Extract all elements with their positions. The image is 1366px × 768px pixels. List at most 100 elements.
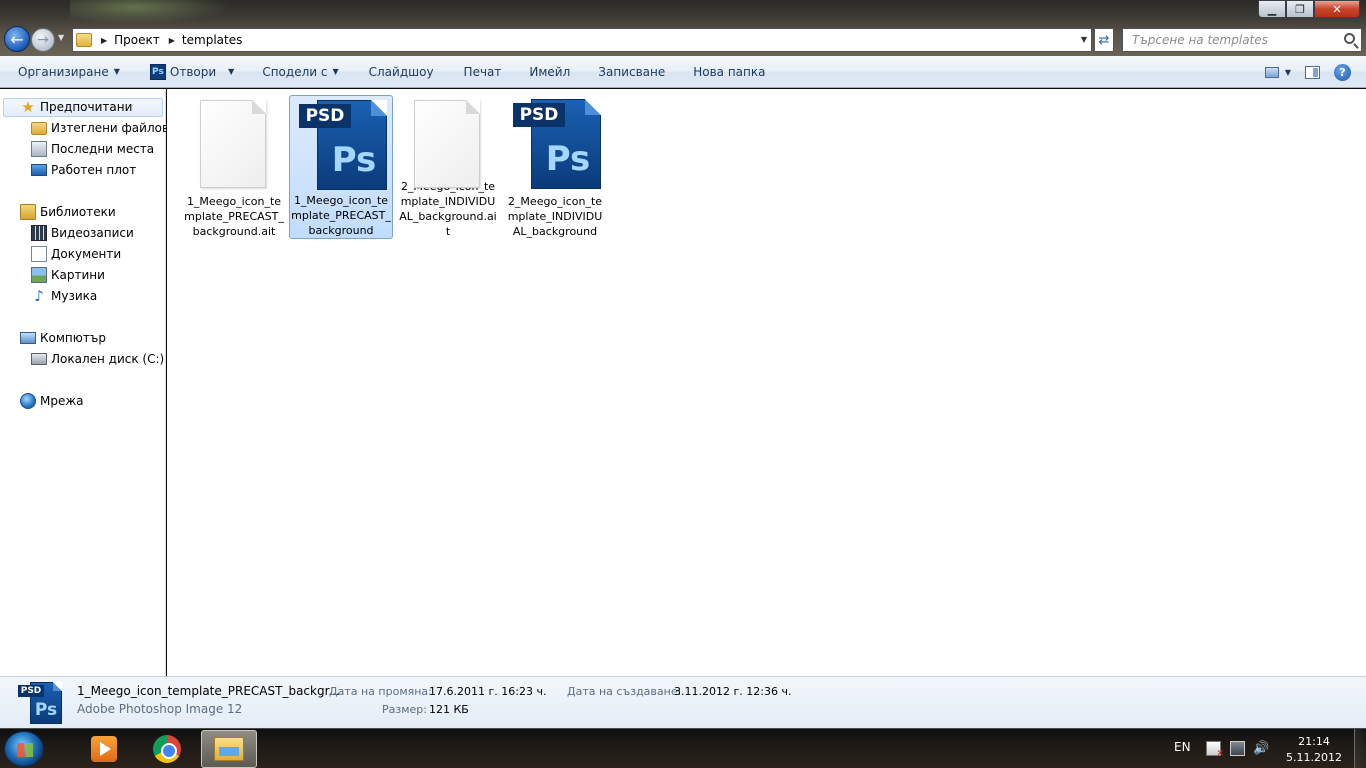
maximize-button[interactable]: ❐: [1286, 0, 1314, 18]
chevron-down-icon: ▼: [113, 67, 120, 76]
print-button[interactable]: Печат: [454, 60, 512, 84]
documents-icon: [31, 246, 47, 262]
search-input[interactable]: Търсене на templates: [1122, 28, 1362, 52]
open-label: Отвори: [169, 64, 217, 79]
nav-local-disk[interactable]: Локален диск (C:): [31, 349, 164, 369]
hard-disk-icon: [31, 353, 47, 365]
breadcrumb-separator-icon[interactable]: ▶: [101, 36, 107, 45]
modified-value[interactable]: 17.6.2011 г. 16:23 ч.: [429, 685, 546, 698]
minimize-button[interactable]: ▁: [1258, 0, 1286, 18]
psd-file-icon: PSD Ps: [507, 97, 603, 190]
nav-music[interactable]: ♪ Музика: [31, 286, 97, 306]
downloads-folder-icon: [31, 121, 47, 135]
nav-music-label: Музика: [51, 289, 98, 303]
preview-pane-icon[interactable]: [1305, 65, 1320, 79]
psd-file-icon: PSD Ps: [293, 98, 389, 190]
explorer-folder-icon: [214, 737, 244, 761]
details-pane: PSD Ps 1_Meego_icon_template_PRECAST_bac…: [0, 676, 1366, 728]
command-bar-right: ▼ ?: [1259, 56, 1366, 88]
desktop-icon: [31, 164, 47, 176]
file-item[interactable]: PSD Ps 2_Meego_icon_template_INDIVIDUAL_…: [503, 95, 607, 239]
nav-downloads[interactable]: Изтеглени файлове: [31, 118, 176, 138]
file-item[interactable]: 1_Meego_icon_template_PRECAST_background…: [182, 95, 286, 239]
taskbar-explorer[interactable]: [201, 730, 257, 768]
chevron-down-icon: ▼: [332, 67, 339, 76]
back-button[interactable]: ←: [4, 26, 30, 52]
clock-time: 21:14: [1298, 735, 1330, 748]
address-bar[interactable]: ▶ Проект ▶ templates ▼: [72, 28, 1092, 52]
breadcrumb-separator-icon[interactable]: ▶: [169, 36, 175, 45]
start-button[interactable]: [4, 731, 44, 767]
photoshop-icon: Ps: [149, 63, 166, 80]
nav-desktop[interactable]: Работен плот: [31, 160, 136, 180]
nav-recent-places[interactable]: Последни места: [31, 139, 154, 159]
show-desktop-button[interactable]: [1354, 729, 1366, 768]
nav-favorites[interactable]: ★ Предпочитани: [20, 97, 132, 117]
file-list[interactable]: 1_Meego_icon_template_PRECAST_background…: [167, 89, 1366, 676]
psd-file-icon: PSD Ps: [18, 682, 62, 726]
nav-pictures[interactable]: Картини: [31, 265, 105, 285]
organize-button[interactable]: Организиране ▼: [8, 60, 130, 84]
ps-letters: Ps: [34, 700, 58, 720]
details-file-name: 1_Meego_icon_template_PRECAST_backgr...: [77, 684, 340, 698]
pictures-icon: [31, 267, 47, 283]
nav-network[interactable]: Мрежа: [20, 391, 84, 411]
view-options-chevron-icon[interactable]: ▼: [1285, 68, 1291, 77]
nav-local-disk-label: Локален диск (C:): [51, 352, 165, 366]
chevron-down-icon: ▼: [228, 67, 235, 76]
media-player-icon: [91, 736, 117, 762]
libraries-icon: [20, 204, 36, 220]
nav-documents[interactable]: Документи: [31, 244, 121, 264]
network-globe-icon: [20, 393, 36, 409]
size-value: 121 КБ: [429, 703, 469, 716]
nav-pictures-label: Картини: [51, 268, 105, 282]
forward-arrow-icon: →: [37, 32, 49, 48]
close-button[interactable]: ✕: [1314, 0, 1360, 18]
star-icon: ★: [21, 98, 35, 116]
refresh-button[interactable]: ⇄: [1094, 28, 1114, 52]
forward-button[interactable]: →: [31, 28, 55, 52]
command-bar: Организиране ▼ Ps Отвори ▼ Сподели с ▼ Слай…: [0, 56, 1366, 88]
taskbar-chrome[interactable]: [139, 730, 195, 768]
new-folder-button[interactable]: Нова папка: [683, 60, 775, 84]
psd-document: PSD Ps: [513, 99, 601, 189]
breadcrumb-templates[interactable]: templates: [182, 33, 242, 47]
taskbar-media-player[interactable]: [76, 730, 132, 768]
burn-button[interactable]: Записване: [588, 60, 675, 84]
window-controls: ▁ ❐ ✕: [1258, 0, 1360, 18]
nav-favorites-label: Предпочитани: [40, 100, 133, 114]
videos-icon: [31, 225, 47, 241]
language-indicator[interactable]: EN: [1174, 740, 1191, 754]
nav-network-label: Мрежа: [40, 394, 84, 408]
breadcrumb-project[interactable]: Проект: [114, 33, 160, 47]
clock[interactable]: 21:14 5.11.2012 г.: [1282, 734, 1346, 768]
open-button[interactable]: Ps Отвори ▼: [140, 60, 244, 84]
volume-icon[interactable]: 🔊: [1253, 741, 1269, 756]
action-center-flag-icon[interactable]: [1206, 741, 1224, 759]
file-name: 2_Meego_icon_template_INDIVIDUAL_backgro…: [399, 180, 497, 238]
created-value[interactable]: 3.11.2012 г. 12:36 ч.: [674, 685, 791, 698]
nav-computer[interactable]: Компютър: [20, 328, 106, 348]
slideshow-button[interactable]: Слайдшоу: [359, 60, 444, 84]
nav-downloads-label: Изтеглени файлове: [51, 121, 177, 135]
change-view-icon[interactable]: [1264, 66, 1279, 78]
email-button[interactable]: Имейл: [519, 60, 580, 84]
nav-libraries[interactable]: Библиотеки: [20, 202, 116, 222]
psd-tag: PSD: [513, 103, 565, 127]
address-history-dropdown-icon[interactable]: ▼: [1081, 35, 1087, 44]
file-item[interactable]: 2_Meego_icon_template_INDIVIDUAL_backgro…: [396, 95, 500, 239]
share-with-button[interactable]: Сподели с ▼: [252, 60, 348, 84]
blank-document-icon: [186, 97, 282, 190]
file-name: 1_Meego_icon_template_PRECAST_background: [291, 194, 391, 237]
modified-label: Дата на промяна:: [329, 685, 432, 698]
recent-pages-dropdown[interactable]: ▼: [58, 33, 64, 42]
psd-document: PSD Ps: [299, 100, 387, 190]
search-icon[interactable]: [1344, 33, 1355, 44]
help-icon[interactable]: ?: [1334, 63, 1351, 81]
share-label: Сподели с: [262, 64, 328, 79]
blank-document-page: [200, 100, 266, 188]
computer-icon: [20, 332, 36, 344]
network-status-icon[interactable]: [1230, 741, 1245, 756]
file-item-selected[interactable]: PSD Ps 1_Meego_icon_template_PRECAST_bac…: [289, 95, 393, 239]
nav-videos[interactable]: Видеозаписи: [31, 223, 134, 243]
